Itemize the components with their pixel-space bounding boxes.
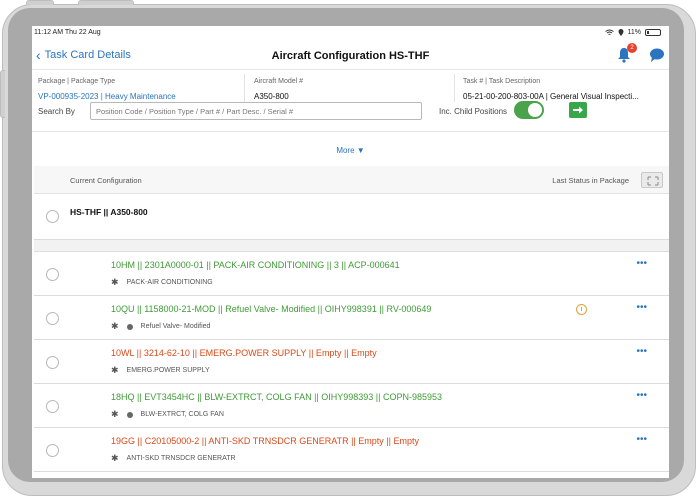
asterisk-icon: ✱ — [111, 453, 119, 463]
position-summary: 10QU || 1158000-21-MOD || Refuel Valve- … — [111, 304, 432, 314]
row-more-options-icon[interactable]: ••• — [636, 346, 647, 357]
part-description: PACK-AIR CONDITIONING — [126, 279, 213, 286]
position-details: ✱ BLW-EXTRCT, COLG FAN — [111, 409, 224, 420]
position-summary: 19GG || C20105000-2 || ANTI-SKD TRNSDCR … — [111, 436, 419, 446]
position-details: ✱ EMERG.POWER SUPPLY — [111, 365, 210, 376]
root-configuration-title: HS-THF || A350-800 — [70, 207, 148, 217]
more-filters-link[interactable]: More ▼ — [32, 146, 669, 155]
status-time-date: 11:12 AM Thu 22 Aug — [34, 29, 101, 36]
list-header: Current Configuration Last Status in Pac… — [34, 166, 669, 194]
notification-badge: 2 — [627, 43, 637, 53]
page-title: Aircraft Configuration HS-THF — [271, 50, 430, 62]
position-row[interactable]: 18HQ || EVT3454HC || BLW-EXTRCT, COLG FA… — [34, 384, 669, 428]
search-input[interactable]: Position Code / Position Type / Part # /… — [90, 102, 422, 120]
row-select-radio[interactable] — [46, 268, 59, 281]
wifi-icon — [604, 29, 614, 35]
chat-button[interactable] — [649, 47, 665, 63]
app-screen: 11:12 AM Thu 22 Aug 11% ‹ Task Card Deta… — [32, 26, 669, 478]
position-summary: 18HQ || EVT3454HC || BLW-EXTRCT, COLG FA… — [111, 392, 442, 402]
status-bar: 11:12 AM Thu 22 Aug 11% — [32, 26, 669, 42]
child-positions-label: Inc. Child Positions — [439, 107, 508, 116]
hardware-button — [26, 0, 54, 5]
status-right: 11% — [604, 29, 661, 36]
aircraft-model-label: Aircraft Model # — [254, 78, 304, 85]
hardware-button — [78, 0, 134, 5]
expand-button[interactable] — [641, 172, 663, 188]
position-row[interactable]: 1RC1 || 064-50000-0505 || VHF TRANSCVR |… — [34, 472, 669, 478]
section-divider — [34, 240, 669, 252]
row-select-radio[interactable] — [46, 444, 59, 457]
expand-icon — [647, 176, 659, 186]
asterisk-icon: ✱ — [111, 409, 119, 419]
configuration-list-body: Current Configuration Last Status in Pac… — [34, 166, 669, 478]
search-by-label: Search By — [38, 107, 75, 116]
part-description: EMERG.POWER SUPPLY — [126, 367, 210, 374]
position-row[interactable]: 10QU || 1158000-21-MOD || Refuel Valve- … — [34, 296, 669, 340]
status-dot-icon — [126, 323, 133, 330]
location-icon — [618, 29, 623, 36]
part-description: Refuel Valve- Modified — [140, 323, 211, 330]
row-select-radio[interactable] — [46, 356, 59, 369]
hardware-button — [0, 70, 5, 118]
battery-percent: 11% — [627, 29, 642, 36]
position-details: ✱ ANTI-SKD TRNSDCR GENERATR — [111, 453, 236, 464]
position-row[interactable]: 10HM || 2301A0000-01 || PACK-AIR CONDITI… — [34, 252, 669, 296]
row-select-radio[interactable] — [46, 312, 59, 325]
battery-icon — [645, 29, 661, 36]
row-more-options-icon[interactable]: ••• — [636, 258, 647, 269]
position-summary: 10WL || 3214-62-10 || EMERG.POWER SUPPLY… — [111, 348, 377, 358]
status-dot-icon — [126, 411, 133, 418]
asterisk-icon: ✱ — [111, 365, 119, 375]
row-more-options-icon[interactable]: ••• — [636, 390, 647, 401]
root-configuration-row[interactable]: HS-THF || A350-800 — [34, 194, 669, 240]
navigation-bar: ‹ Task Card Details Aircraft Configurati… — [32, 42, 669, 70]
divider — [244, 74, 245, 102]
last-status-header: Last Status in Package — [552, 176, 629, 185]
configuration-list: Current Configuration Last Status in Pac… — [34, 166, 669, 478]
position-details: ✱ Refuel Valve- Modified — [111, 321, 210, 332]
divider — [454, 74, 455, 102]
position-row[interactable]: 10WL || 3214-62-10 || EMERG.POWER SUPPLY… — [34, 340, 669, 384]
position-row[interactable]: 19GG || C20105000-2 || ANTI-SKD TRNSDCR … — [34, 428, 669, 472]
package-label: Package | Package Type — [38, 78, 116, 85]
root-select-radio[interactable] — [46, 210, 59, 223]
part-description: ANTI-SKD TRNSDCR GENERATR — [126, 455, 236, 462]
arrow-right-icon — [573, 106, 583, 114]
position-details: ✱ PACK-AIR CONDITIONING — [111, 277, 213, 288]
asterisk-icon: ✱ — [111, 277, 119, 287]
row-select-radio[interactable] — [46, 400, 59, 413]
part-description: BLW-EXTRCT, COLG FAN — [140, 411, 224, 418]
current-configuration-header: Current Configuration — [70, 176, 142, 185]
asterisk-icon: ✱ — [111, 321, 119, 331]
pending-clock-icon — [576, 304, 587, 315]
notifications-button[interactable]: 2 — [617, 43, 637, 63]
row-more-options-icon[interactable]: ••• — [636, 302, 647, 313]
row-more-options-icon[interactable]: ••• — [636, 434, 647, 445]
position-summary: 10HM || 2301A0000-01 || PACK-AIR CONDITI… — [111, 260, 400, 270]
child-positions-toggle[interactable] — [514, 101, 544, 119]
search-go-button[interactable] — [569, 102, 587, 118]
chat-bubble-icon — [650, 48, 664, 62]
task-label: Task # | Task Description — [463, 78, 541, 85]
toggle-knob — [528, 103, 542, 117]
search-row: Search By Position Code / Position Type … — [32, 100, 669, 130]
